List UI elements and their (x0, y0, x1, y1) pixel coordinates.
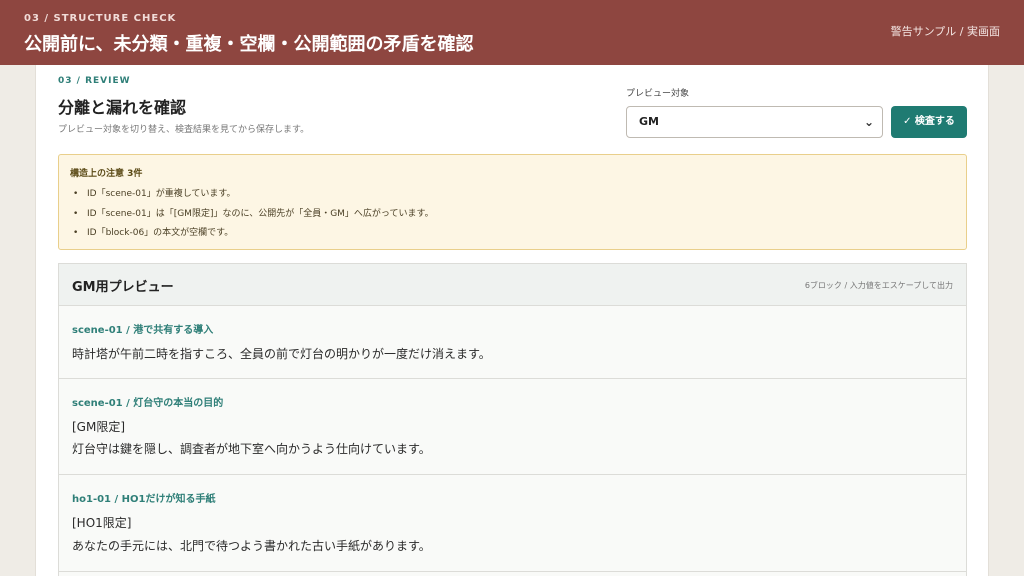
section-subtitle: プレビュー対象を切り替え、検査結果を見てから保存します。 (58, 125, 310, 135)
header-eyebrow: 03 / STRUCTURE CHECK (24, 13, 177, 24)
header-context-text: 警告サンプル / 実画面 (890, 25, 1000, 38)
bullet-icon: • (73, 208, 79, 219)
block-visibility-tag: [GM限定] (72, 420, 126, 434)
preview-meta: 6ブロック / 入力値をエスケープして出力 (804, 281, 953, 290)
block-heading: scene-01 / 灯台守の本当の目的 (72, 398, 224, 409)
preview-target-value: GM (639, 115, 659, 128)
block-text: あなたの手元には、北門で待つよう書かれた古い手紙があります。 (72, 539, 431, 553)
block-visibility-tag: [HO1限定] (72, 516, 132, 530)
warning-text: ID「block-06」の本文が空欄です。 (87, 228, 234, 238)
check-button[interactable]: ✓ 検査する (891, 106, 967, 138)
bullet-icon: • (73, 228, 79, 238)
section-title: 分離と漏れを確認 (58, 98, 187, 117)
preview-header: GM用プレビュー 6ブロック / 入力値をエスケープして出力 (59, 264, 966, 306)
warning-list: • ID「scene-01」が重複しています。 • ID「scene-01」は「[G… (73, 186, 434, 245)
section-eyebrow: 03 / REVIEW (58, 76, 131, 86)
warning-title: 構造上の注意 3件 (70, 169, 143, 179)
warning-item: • ID「scene-01」が重複しています。 (73, 186, 434, 206)
block-heading: scene-01 / 港で共有する導入 (72, 325, 214, 336)
preview-block: scene-01 / 港で共有する導入 時計塔が午前二時を指すころ、全員の前で灯… (59, 306, 966, 379)
block-text: 灯台守は鍵を隠し、調査者が地下室へ向かうよう仕向けています。 (72, 442, 431, 456)
gm-preview-panel: GM用プレビュー 6ブロック / 入力値をエスケープして出力 scene-01 … (58, 263, 967, 576)
chevron-down-icon: ⌄ (863, 115, 874, 129)
warning-item: • ID「scene-01」は「[GM限定]」なのに、公開先が「全員・GM」へ広が… (73, 206, 434, 226)
block-heading: ho1-01 / HO1だけが知る手紙 (72, 494, 216, 505)
top-header: 03 / STRUCTURE CHECK 公開前に、未分類・重複・空欄・公開範囲… (0, 0, 1024, 65)
preview-target-select[interactable]: GM ⌄ (626, 106, 883, 138)
warning-text: ID「scene-01」は「[GM限定]」なのに、公開先が「全員・GM」へ広がっ… (87, 208, 434, 219)
preview-title: GM用プレビュー (72, 280, 174, 295)
page-title: 公開前に、未分類・重複・空欄・公開範囲の矛盾を確認 (24, 34, 474, 55)
structure-warning-box: 構造上の注意 3件 • ID「scene-01」が重複しています。 • ID「sce… (58, 154, 967, 250)
warning-item: • ID「block-06」の本文が空欄です。 (73, 225, 434, 245)
preview-target-label: プレビュー対象 (626, 89, 690, 99)
preview-block: ho1-01 / HO1だけが知る手紙 [HO1限定] あなたの手元には、北門で… (59, 475, 966, 572)
preview-block: scene-01 / 灯台守の本当の目的 [GM限定] 灯台守は鍵を隠し、調査者… (59, 379, 966, 475)
block-text: 時計塔が午前二時を指すころ、全員の前で灯台の明かりが一度だけ消えます。 (72, 347, 491, 361)
warning-text: ID「scene-01」が重複しています。 (87, 189, 236, 199)
bullet-icon: • (73, 189, 79, 199)
